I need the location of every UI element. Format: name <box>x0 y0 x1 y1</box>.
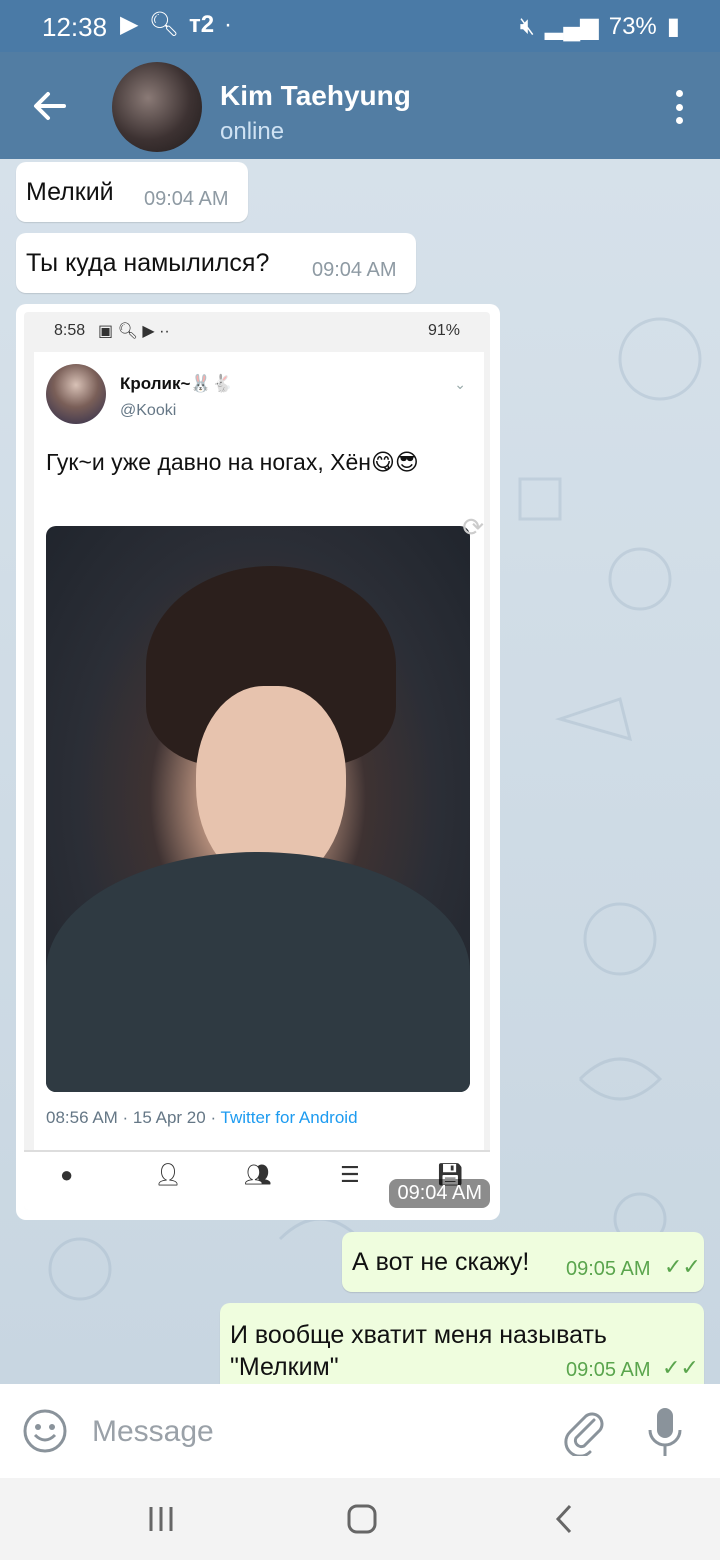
message-image-bubble[interactable]: 8:58 ▣ 🔍︎ ▶ ·· 91% Кролик~🐰🐇 @Kooki ⌄ Гу… <box>16 304 500 1220</box>
mute-icon: 🔇︎ <box>519 12 535 40</box>
back-nav-icon[interactable] <box>554 1503 574 1535</box>
home-icon[interactable] <box>346 1503 378 1535</box>
contact-avatar[interactable] <box>112 62 202 152</box>
message-text: Мелкий <box>26 178 114 206</box>
shared-screenshot[interactable]: 8:58 ▣ 🔍︎ ▶ ·· 91% Кролик~🐰🐇 @Kooki ⌄ Гу… <box>24 312 490 1210</box>
message-text: Ты куда намылился? <box>26 249 270 277</box>
refresh-icon: ⟳ <box>462 512 484 542</box>
message-time: 09:05 AM <box>566 1258 651 1280</box>
status-notification-icons: ▶ 🔍︎ т2 · <box>120 10 232 39</box>
message-input[interactable]: Message <box>92 1415 214 1449</box>
screenshot-status-time: 8:58 <box>54 322 86 339</box>
tweet-source: Twitter for Android <box>220 1108 358 1127</box>
chat-area[interactable]: Мелкий 09:04 AM Ты куда намылился? 09:04… <box>0 159 720 1384</box>
message-composer: Message <box>0 1384 720 1478</box>
tweet-text: Гук~и уже давно на ногах, Хён😋😎 <box>46 449 419 475</box>
message-time: 09:05 AM <box>566 1359 651 1381</box>
screenshot-status-bar: 8:58 ▣ 🔍︎ ▶ ·· 91% <box>24 312 490 352</box>
message-bubble-incoming[interactable]: Мелкий 09:04 AM <box>16 162 248 222</box>
tweet-footer: 08:56 AM · 15 Apr 20 · Twitter for Andro… <box>46 1108 358 1128</box>
dot-icon: · <box>224 10 233 38</box>
tweet-author-name: Кролик~🐰🐇 <box>120 374 233 393</box>
message-text: А вот не скажу! <box>352 1248 530 1276</box>
group-icon: 👥︎ <box>244 1162 272 1187</box>
message-bubble-incoming[interactable]: Ты куда намылился? 09:04 AM <box>16 233 416 293</box>
read-checkmark-icon: ✓✓ <box>664 1254 701 1279</box>
chat-header: Kim Taehyung online <box>0 52 720 159</box>
system-navigation-bar <box>0 1478 720 1560</box>
attach-icon[interactable] <box>560 1406 606 1456</box>
status-bar: 12:38 ▶ 🔍︎ т2 · 🔇︎ ▂▄▆ 73% ▮ <box>0 0 720 52</box>
image-message-time: 09:04 AM <box>389 1179 490 1208</box>
signal-icon: ▂▄▆ <box>544 13 599 40</box>
status-system-icons: 🔇︎ ▂▄▆ 73% ▮ <box>520 12 680 41</box>
screenshot-battery: 91% <box>427 322 460 339</box>
tweet-author-handle: @Kooki <box>120 402 177 419</box>
tweet-timestamp: 08:56 AM · 15 Apr 20 · <box>46 1108 221 1127</box>
contact-status: online <box>220 118 285 145</box>
profile-icon: ● <box>60 1162 74 1187</box>
tweet-photo <box>46 526 470 1092</box>
emoji-icon[interactable] <box>22 1408 68 1454</box>
screenshot-status-icons: ▣ 🔍︎ ▶ ·· <box>98 323 170 340</box>
chevron-down-icon: ⌄ <box>454 376 466 392</box>
battery-icon: ▮ <box>666 13 680 40</box>
search-icon: 🔍︎ <box>148 11 179 38</box>
message-time: 09:04 AM <box>144 188 229 210</box>
add-person-icon: 👤︎ <box>154 1162 182 1187</box>
tweet-avatar <box>46 364 106 424</box>
list-icon: ☰ <box>340 1162 360 1187</box>
tweet-card: Кролик~🐰🐇 @Kooki ⌄ Гук~и уже давно на но… <box>34 352 484 1152</box>
more-options-icon[interactable] <box>674 90 684 124</box>
back-arrow-icon[interactable] <box>30 86 70 126</box>
message-time: 09:04 AM <box>312 259 397 281</box>
recent-apps-icon[interactable] <box>146 1504 176 1534</box>
status-time: 12:38 <box>42 12 108 42</box>
read-checkmark-icon: ✓✓ <box>662 1355 699 1380</box>
t2-icon: т2 <box>188 10 215 38</box>
microphone-icon[interactable] <box>642 1404 688 1460</box>
message-bubble-outgoing[interactable]: А вот не скажу! 09:05 AM ✓✓ <box>342 1232 704 1292</box>
play-store-icon: ▶ <box>120 11 139 38</box>
battery-percent: 73% <box>608 12 657 40</box>
message-bubble-outgoing[interactable]: И вообще хватит меня называть "Мелким" 0… <box>220 1303 704 1384</box>
contact-name[interactable]: Kim Taehyung <box>220 80 411 112</box>
